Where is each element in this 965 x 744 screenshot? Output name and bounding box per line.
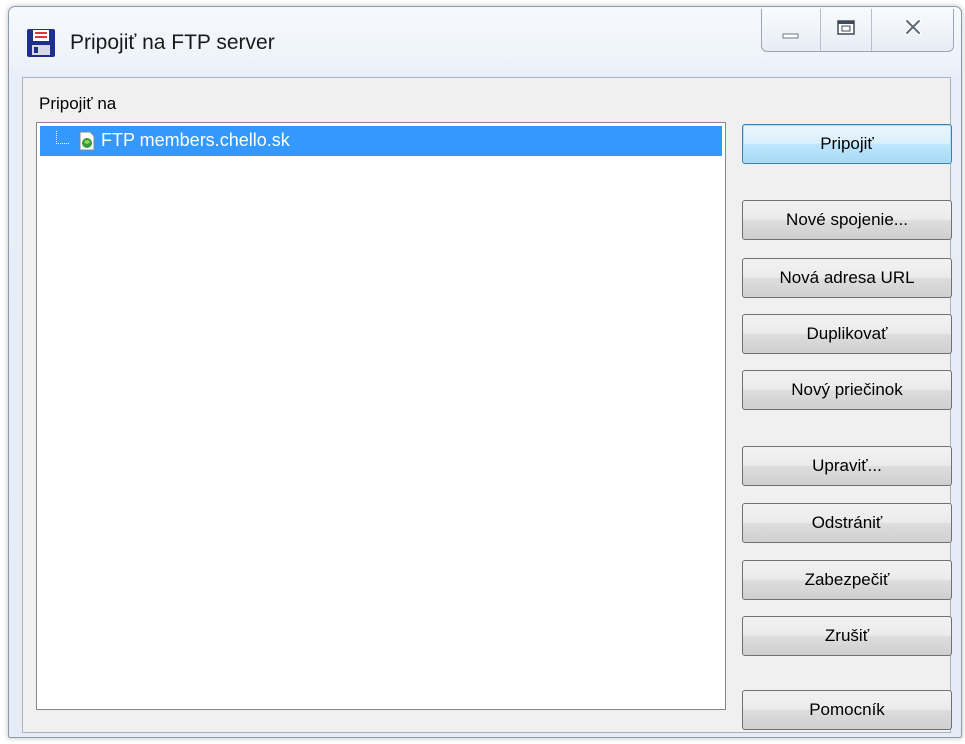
tree-item-label: FTP members.chello.sk [101,130,290,150]
minimize-icon [762,33,820,51]
tree-connector-line [56,131,69,144]
new-url-button[interactable]: Nová adresa URL [742,258,952,298]
maximize-button[interactable] [821,9,872,51]
new-folder-button[interactable]: Nový priečinok [742,370,952,410]
edit-button[interactable]: Upraviť... [742,446,952,486]
duplicate-button[interactable]: Duplikovať [742,314,952,354]
ftp-connect-dialog: Pripojiť na FTP server Pripojiť na FTP m… [8,6,962,738]
minimize-button[interactable] [762,9,821,51]
ftp-site-icon [78,131,96,151]
dialog-client-area: Pripojiť na FTP members.chello.sk Pripoj… [22,77,952,733]
connect-to-label: Pripojiť na [39,94,117,113]
secure-button[interactable]: Zabezpečiť [742,560,952,600]
connections-tree[interactable]: FTP members.chello.sk [36,122,726,710]
new-connection-button[interactable]: Nové spojenie... [742,200,952,240]
close-button[interactable] [872,9,953,51]
caption-buttons [761,9,954,52]
window-title: Pripojiť na FTP server [70,31,275,54]
tree-item-ftp-site[interactable]: FTP members.chello.sk [40,126,722,156]
remove-button[interactable]: Odstrániť [742,503,952,543]
connect-button[interactable]: Pripojiť [742,124,952,164]
close-icon [872,18,953,51]
floppy-disk-icon [25,27,57,59]
help-button[interactable]: Pomocník [742,690,952,730]
maximize-icon [821,20,871,51]
title-bar[interactable]: Pripojiť na FTP server [9,7,961,77]
cancel-button[interactable]: Zrušiť [742,616,952,656]
